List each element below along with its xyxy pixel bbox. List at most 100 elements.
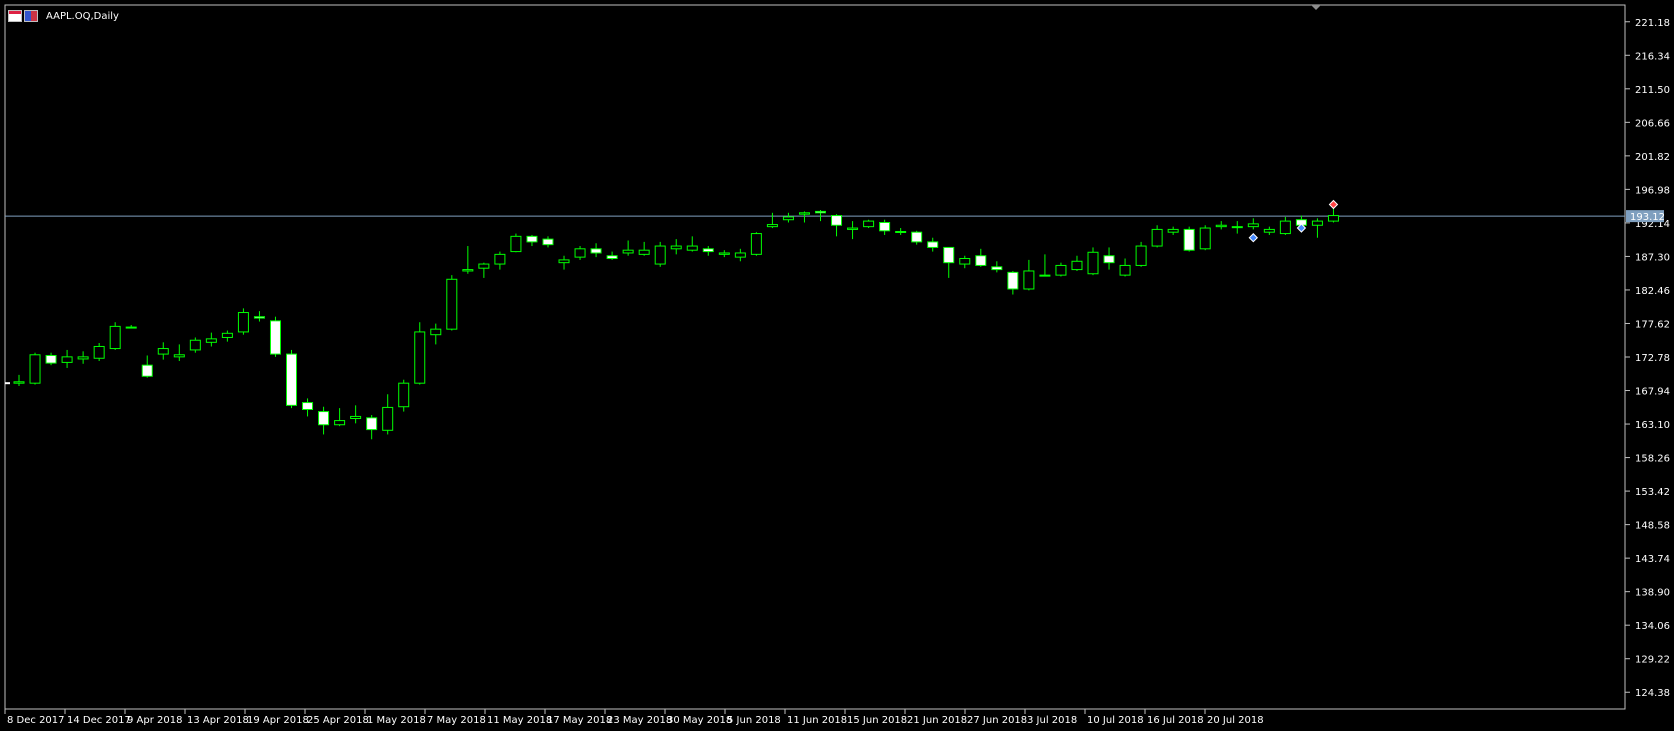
x-tick-label: 20 Jul 2018 bbox=[1207, 715, 1264, 726]
candle-body bbox=[526, 235, 538, 243]
y-tick-label: 216.34 bbox=[1635, 51, 1670, 62]
x-tick-label: 27 Jun 2018 bbox=[967, 715, 1027, 726]
chart-symbol-title: AAPL.OQ,Daily bbox=[46, 10, 119, 22]
candle-body bbox=[93, 345, 105, 359]
candle-body bbox=[734, 252, 746, 258]
candle-body bbox=[718, 252, 730, 255]
candle-body bbox=[1279, 220, 1291, 235]
plot-frame bbox=[4, 4, 1626, 710]
candle-body bbox=[446, 278, 458, 330]
candle-body bbox=[959, 258, 971, 265]
candle-body bbox=[382, 406, 394, 431]
candle-body bbox=[815, 210, 826, 214]
x-tick-label: 21 Jun 2018 bbox=[907, 715, 967, 726]
candle-body bbox=[221, 332, 233, 338]
candle-body bbox=[895, 230, 907, 233]
x-tick-label: 7 May 2018 bbox=[427, 715, 486, 726]
candle-body bbox=[13, 381, 25, 384]
candle-body bbox=[1215, 224, 1227, 228]
x-tick-label: 17 May 2018 bbox=[547, 715, 612, 726]
candle-body bbox=[205, 338, 217, 343]
candle-body bbox=[1007, 271, 1019, 290]
y-tick-label: 143.74 bbox=[1635, 554, 1670, 565]
candle-body bbox=[350, 415, 362, 420]
x-tick-label: 9 Apr 2018 bbox=[127, 715, 182, 726]
y-tick-label: 211.50 bbox=[1635, 85, 1670, 96]
chart-window-title: AAPL.OQ,Daily bbox=[8, 8, 119, 24]
candle-body bbox=[61, 356, 73, 363]
y-tick-label: 163.10 bbox=[1635, 420, 1670, 431]
candle-body bbox=[702, 248, 714, 253]
candle-body bbox=[1023, 270, 1035, 290]
candle-body bbox=[863, 220, 875, 228]
candle-body bbox=[253, 316, 265, 319]
x-tick-label: 30 May 2018 bbox=[667, 715, 732, 726]
candle-body bbox=[670, 245, 682, 250]
candle-body bbox=[269, 320, 281, 355]
candle-body bbox=[1119, 264, 1131, 276]
y-tick-label: 167.94 bbox=[1635, 387, 1670, 398]
y-tick-label: 138.90 bbox=[1635, 588, 1670, 599]
chart-window[interactable]: 221.18 216.34 211.50 206.66 201.82 196.98 192.… bbox=[0, 0, 1674, 731]
x-tick-label: 25 Apr 2018 bbox=[307, 715, 369, 726]
y-tick-label: 221.18 bbox=[1635, 18, 1670, 29]
shift-marker bbox=[1311, 5, 1321, 10]
candle-body bbox=[975, 255, 987, 266]
candle-body bbox=[1135, 245, 1147, 266]
trade-marker-icon bbox=[1248, 233, 1259, 243]
candle-body bbox=[1311, 220, 1323, 226]
candle-body bbox=[1263, 228, 1275, 233]
candle-body bbox=[494, 253, 506, 265]
x-tick-label: 5 Jun 2018 bbox=[727, 715, 781, 726]
x-tick-label: 11 Jun 2018 bbox=[787, 715, 847, 726]
candle-body bbox=[45, 354, 57, 364]
x-tick-label: 16 Jul 2018 bbox=[1147, 715, 1204, 726]
candle-body bbox=[510, 235, 522, 253]
candle-body bbox=[430, 328, 442, 336]
candle-body bbox=[125, 326, 137, 329]
candle-body bbox=[1199, 227, 1211, 250]
trade-marker-icon bbox=[1328, 199, 1339, 210]
candle-body bbox=[766, 224, 778, 228]
candle-body bbox=[398, 382, 410, 408]
y-tick-label: 134.06 bbox=[1635, 621, 1670, 632]
x-tick-label: 11 May 2018 bbox=[487, 715, 552, 726]
candle-body bbox=[478, 263, 490, 269]
candle-body bbox=[1247, 223, 1259, 228]
candle-body bbox=[798, 212, 810, 215]
candle-body bbox=[1151, 228, 1163, 247]
candle-body bbox=[991, 266, 1003, 271]
y-tick-label: 196.98 bbox=[1635, 185, 1670, 196]
candle-body bbox=[943, 246, 955, 264]
x-tick-label: 3 Jul 2018 bbox=[1027, 715, 1077, 726]
candle-body bbox=[462, 269, 474, 272]
candle-body bbox=[1071, 260, 1083, 271]
candle-body bbox=[1055, 264, 1067, 276]
x-tick-label: 19 Apr 2018 bbox=[247, 715, 309, 726]
candle-body bbox=[1039, 274, 1051, 277]
chart-type-icon[interactable] bbox=[24, 10, 38, 22]
y-tick-label: 124.38 bbox=[1635, 688, 1670, 699]
candle-body bbox=[911, 231, 923, 243]
candle-body bbox=[622, 249, 634, 254]
current-price-label: 193.12 bbox=[1630, 212, 1665, 223]
candle-body bbox=[1183, 228, 1195, 251]
candle-body bbox=[782, 216, 794, 221]
x-tick-label: 23 May 2018 bbox=[607, 715, 672, 726]
y-tick-label: 206.66 bbox=[1635, 118, 1670, 129]
candle-body bbox=[141, 364, 153, 377]
chart-window-icon[interactable] bbox=[8, 10, 22, 22]
candle-body bbox=[927, 241, 939, 248]
candle-body bbox=[189, 339, 201, 351]
price-chart[interactable]: 221.18216.34211.50206.66201.82196.98192.… bbox=[0, 0, 1674, 731]
y-tick-label: 148.58 bbox=[1635, 521, 1670, 532]
candle-body bbox=[414, 331, 426, 384]
x-tick-label: 14 Dec 2017 bbox=[67, 715, 131, 726]
candle-body bbox=[1231, 226, 1243, 229]
y-tick-label: 153.42 bbox=[1635, 487, 1670, 498]
candle-body bbox=[574, 248, 586, 258]
candle-body bbox=[173, 354, 185, 358]
candle-body bbox=[542, 238, 554, 246]
y-tick-label: 172.78 bbox=[1635, 353, 1670, 364]
x-tick-label: 10 Jul 2018 bbox=[1087, 715, 1144, 726]
